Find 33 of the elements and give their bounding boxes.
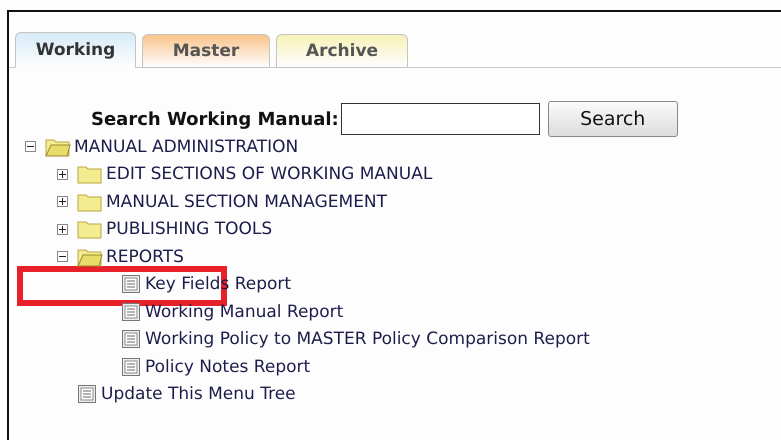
search-button[interactable]: Search — [548, 101, 678, 137]
folder-label[interactable]: EDIT SECTIONS OF WORKING MANUAL — [106, 164, 432, 184]
expand-toggle[interactable] — [57, 196, 68, 208]
report-link[interactable]: Working Policy to MASTER Policy Comparison Report — [145, 329, 590, 350]
tab[interactable]: Archive — [276, 34, 408, 68]
folder-label[interactable]: REPORTS — [106, 246, 184, 267]
folder-icon — [77, 219, 103, 240]
folder-icon — [77, 192, 103, 212]
search-field[interactable] — [340, 103, 540, 135]
open-folder-icon — [45, 136, 71, 157]
folder-label[interactable]: MANUAL SECTION MANAGEMENT — [106, 192, 388, 212]
document-icon — [121, 356, 141, 377]
folder-label[interactable]: PUBLISHING TOOLS — [106, 219, 272, 240]
tab[interactable]: Working — [15, 32, 136, 68]
document-icon — [121, 274, 141, 294]
plus-icon — [59, 198, 66, 206]
folder-label[interactable]: MANUAL ADMINISTRATION — [74, 136, 298, 157]
collapse-toggle[interactable] — [57, 251, 68, 262]
tab[interactable]: Master — [142, 34, 270, 68]
folder-icon — [77, 164, 103, 184]
search-label: Search Working Manual: — [91, 108, 339, 130]
document-icon — [77, 384, 97, 404]
open-folder-icon — [77, 246, 103, 267]
plus-icon — [59, 226, 66, 233]
document-icon — [121, 302, 141, 322]
document-icon — [121, 329, 141, 350]
report-link[interactable]: Working Manual Report — [145, 302, 344, 322]
expand-toggle[interactable] — [57, 168, 68, 180]
expand-toggle[interactable] — [57, 224, 68, 235]
plus-icon — [59, 170, 66, 178]
collapse-toggle[interactable] — [25, 141, 36, 152]
report-link[interactable]: Policy Notes Report — [145, 356, 310, 377]
report-link[interactable]: Update This Menu Tree — [101, 384, 296, 404]
